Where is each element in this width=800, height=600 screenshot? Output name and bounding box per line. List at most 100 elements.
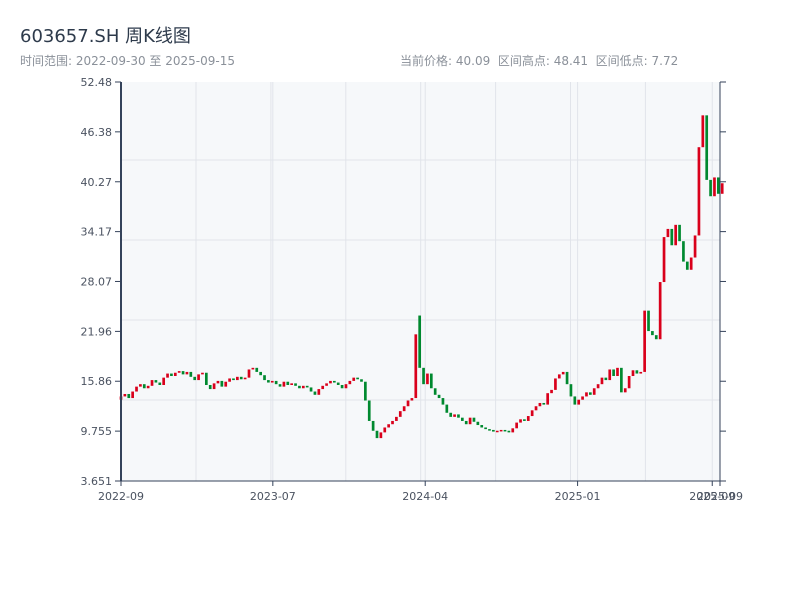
- candle-up: [329, 380, 332, 384]
- candle-up: [410, 398, 414, 401]
- candle-up: [317, 389, 321, 395]
- candle-down: [263, 375, 266, 381]
- candle-up: [166, 373, 169, 378]
- x-tick-label: 2024-04: [402, 490, 448, 503]
- candle-up: [224, 381, 228, 387]
- candle-down: [158, 382, 162, 385]
- candle-down: [612, 369, 615, 377]
- y-tick-label: 40.27: [81, 176, 113, 189]
- candle-down: [278, 384, 282, 387]
- y-tick-label: 28.07: [81, 275, 113, 288]
- candle-down: [542, 402, 546, 405]
- candle-down: [588, 392, 592, 395]
- candle-down: [654, 335, 658, 340]
- candle-up: [546, 393, 550, 405]
- candle-down: [142, 384, 146, 389]
- candle-up: [643, 310, 646, 372]
- candle-down: [429, 373, 433, 389]
- candle-up: [581, 396, 584, 400]
- candle-up: [131, 391, 134, 399]
- candle-down: [364, 381, 367, 401]
- candle-down: [367, 400, 371, 421]
- candle-down: [305, 385, 309, 388]
- x-tick-label: 2025-01: [555, 490, 601, 503]
- candle-up: [251, 367, 255, 370]
- candle-down: [418, 315, 422, 368]
- y-tick-label: 52.48: [81, 76, 113, 89]
- candle-down: [170, 373, 173, 377]
- candle-down: [336, 382, 340, 385]
- candle-down: [232, 378, 235, 381]
- candle-down: [437, 394, 441, 399]
- candlestick-chart: 2022-09 2023-07 2024-04 2025-01 2025-092025-…: [81, 76, 743, 503]
- candle-down: [332, 380, 336, 383]
- candle-down: [709, 179, 712, 197]
- candle-up: [197, 374, 200, 381]
- candle-down: [457, 414, 460, 418]
- candle-down: [181, 371, 185, 375]
- candle-down: [193, 376, 197, 381]
- candle-down: [356, 377, 359, 380]
- x-tick-label: 2023-07: [250, 490, 296, 503]
- candle-up: [398, 411, 402, 417]
- y-tick-label: 15.86: [81, 375, 113, 388]
- candle-up: [468, 417, 472, 425]
- candle-up: [697, 147, 701, 236]
- candle-down: [464, 420, 468, 425]
- candle-down: [484, 427, 487, 430]
- candle-down: [488, 429, 491, 431]
- candle-up: [627, 376, 631, 389]
- candle-up: [391, 420, 394, 425]
- candle-up: [526, 416, 530, 421]
- x-tick-label: 2022-09: [98, 490, 144, 503]
- candle-up: [534, 406, 538, 411]
- candle-up: [713, 177, 716, 197]
- candle-up: [146, 385, 150, 389]
- candle-up: [139, 384, 142, 387]
- candle-down: [476, 421, 480, 426]
- candle-down: [127, 393, 131, 399]
- candle-down: [445, 404, 449, 413]
- candle-up: [379, 432, 383, 439]
- candle-up: [177, 371, 181, 373]
- candle-down: [670, 228, 674, 246]
- candle-up: [325, 383, 328, 386]
- candle-down: [375, 430, 379, 439]
- candle-down: [255, 367, 259, 372]
- candle-up: [511, 428, 515, 433]
- candle-up: [662, 237, 666, 283]
- candle-up: [243, 377, 247, 380]
- y-tick-label: 46.38: [81, 126, 113, 139]
- candle-up: [608, 369, 612, 381]
- candle-up: [402, 406, 406, 412]
- candle-down: [340, 384, 344, 389]
- candle-up: [150, 380, 154, 386]
- candle-up: [623, 388, 627, 393]
- candle-up: [561, 371, 565, 375]
- y-tick-label: 3.651: [81, 475, 113, 488]
- candle-up: [658, 282, 662, 340]
- candle-up: [585, 392, 588, 397]
- candle-up: [519, 419, 522, 423]
- candle-up: [530, 410, 534, 417]
- candle-up: [701, 115, 705, 148]
- candle-down: [309, 387, 313, 392]
- candle-up: [495, 430, 499, 433]
- candle-up: [596, 384, 600, 389]
- candle-up: [666, 228, 670, 238]
- candle-down: [565, 371, 569, 385]
- candle-down: [422, 367, 425, 385]
- candle-up: [383, 427, 387, 433]
- candle-up: [216, 380, 220, 384]
- candle-down: [523, 419, 526, 421]
- candle-down: [239, 376, 243, 380]
- candle-up: [301, 385, 305, 389]
- candle-down: [480, 425, 484, 428]
- candle-down: [433, 388, 437, 395]
- candle-down: [682, 241, 685, 262]
- candle-down: [635, 370, 639, 374]
- candle-up: [201, 372, 204, 375]
- candle-up: [321, 385, 325, 390]
- candle-down: [569, 384, 573, 397]
- candle-down: [685, 261, 689, 270]
